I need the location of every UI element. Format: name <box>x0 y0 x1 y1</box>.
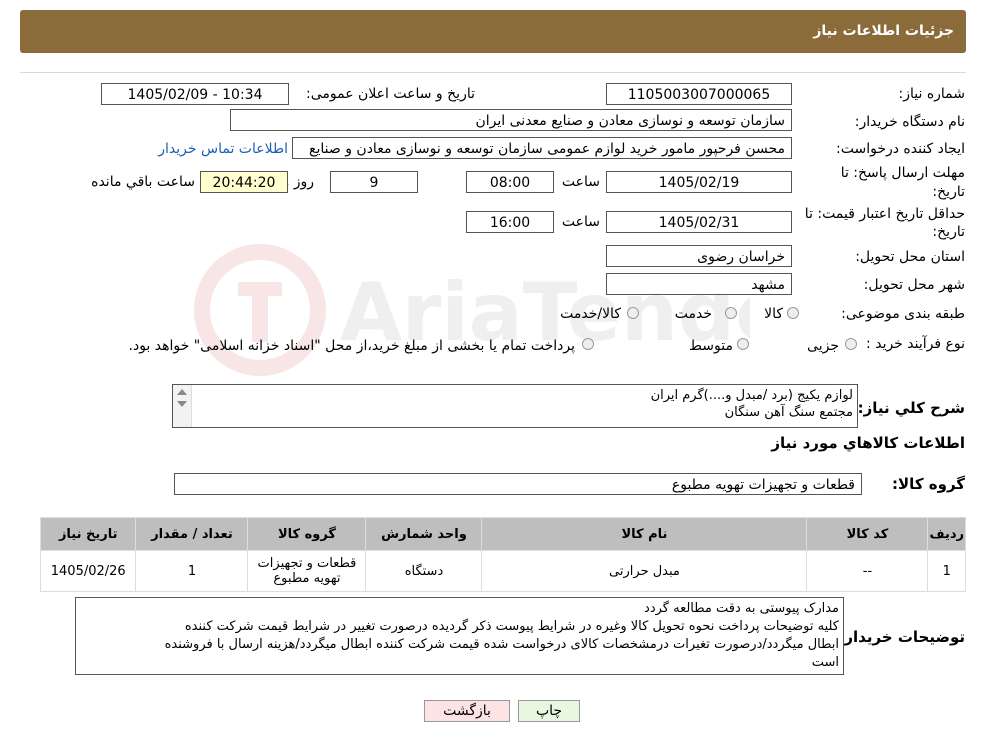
need-number-field: 1105003007000065 <box>606 83 792 105</box>
buyer-notes-line-3: ابطال میگردد/درصورت تغیرات درمشخصات کالا… <box>164 637 839 652</box>
deadline-time-field: 08:00 <box>466 171 554 193</box>
description-line-1: لوازم یکیج (برد /مبدل و....)گرم ایران <box>650 388 853 403</box>
process-radio-treasury[interactable] <box>582 338 594 350</box>
scroll-up-icon <box>177 389 187 395</box>
validity-time-label: ساعت <box>561 214 600 230</box>
buyer-org-label: نام دستگاه خریدار: <box>854 114 965 130</box>
col-code: کد کالا <box>806 517 929 551</box>
goods-section-title: اطلاعات کالاهاي مورد نياز <box>771 434 965 452</box>
city-label: شهر محل تحویل: <box>863 277 965 293</box>
creator-label: ایجاد کننده درخواست: <box>836 141 965 157</box>
process-radio-medium[interactable] <box>737 338 749 350</box>
scroll-down-icon <box>177 401 187 407</box>
cell-unit: دستگاه <box>365 550 483 592</box>
category-radio-goods[interactable] <box>787 307 799 319</box>
buyer-notes-line-2: کلیه توضیحات پرداخت نحوه تحویل کالا وغیر… <box>184 619 839 634</box>
deadline-label-date: تاریخ: <box>932 184 965 200</box>
announce-field: 1405/02/09 - 10:34 <box>101 83 289 105</box>
process-label: نوع فرآیند خرید : <box>866 336 965 352</box>
deadline-date-field: 1405/02/19 <box>606 171 792 193</box>
remaining-label: ساعت باقي مانده <box>91 174 195 190</box>
cell-code: -- <box>806 550 929 592</box>
validity-label: حداقل تاريخ اعتبار قيمت: تا <box>804 206 965 222</box>
back-button[interactable]: بازگشت <box>424 700 510 722</box>
buyer-contact-link[interactable]: اطلاعات تماس خریدار <box>158 141 288 157</box>
buyer-notes-line-1: مدارک پیوستی به دقت مطالعه گردد <box>644 601 839 616</box>
table-row: 1 -- مبدل حرارتی دستگاه قطعات و تجهیزات … <box>39 550 966 592</box>
description-label: شرح کلي نياز: <box>857 399 965 417</box>
cell-date: 1405/02/26 <box>39 550 137 592</box>
cell-qty: 1 <box>135 550 249 592</box>
goods-group-label: گروه کالا: <box>892 475 965 493</box>
items-table: رديف کد کالا نام کالا واحد شمارش گروه کا… <box>39 517 966 592</box>
col-group: گروه کالا <box>247 517 367 551</box>
deadline-time-label: ساعت <box>561 174 600 190</box>
buyer-notes-line-4: است <box>811 655 839 670</box>
cell-group: قطعات و تجهیزات تهویه مطبوع <box>247 550 367 592</box>
category-option-goods: کالا <box>764 306 783 322</box>
col-date: تاريخ نياز <box>39 517 137 551</box>
table-header-row: رديف کد کالا نام کالا واحد شمارش گروه کا… <box>39 517 966 551</box>
process-note: پرداخت تمام یا بخشی از مبلغ خرید،از محل … <box>128 338 575 354</box>
days-field: 9 <box>330 171 418 193</box>
category-option-goods-service: کالا/خدمت <box>560 306 621 322</box>
validity-label-date: تاريخ: <box>932 224 965 240</box>
col-row: رديف <box>927 517 966 551</box>
category-option-service: خدمت <box>674 306 712 322</box>
col-qty: تعداد / مقدار <box>135 517 249 551</box>
buyer-notes-label: توضیحات خریدار: <box>838 628 965 646</box>
announce-label: تاریخ و ساعت اعلان عمومی: <box>306 86 475 102</box>
deadline-label: مهلت ارسال پاسخ: تا <box>840 165 965 181</box>
description-line-2: مجتمع سنگ آهن سنگان <box>724 405 853 420</box>
category-label: طبقه بندی موضوعی: <box>841 306 965 322</box>
category-radio-goods-service[interactable] <box>627 307 639 319</box>
cell-row: 1 <box>927 550 966 592</box>
validity-time-field: 16:00 <box>466 211 554 233</box>
description-scrollbar[interactable] <box>173 385 192 427</box>
buyer-notes-textarea[interactable]: مدارک پیوستی به دقت مطالعه گردد کلیه توض… <box>75 597 844 675</box>
validity-date-field: 1405/02/31 <box>606 211 792 233</box>
creator-field: محسن فرحپور مامور خرید لوازم عمومی سازما… <box>292 137 792 159</box>
buyer-org-field: سازمان توسعه و نوسازی معادن و صنایع معدن… <box>230 109 792 131</box>
page-title: جزئیات اطلاعات نیاز <box>813 23 954 39</box>
col-name: نام کالا <box>481 517 808 551</box>
province-field: خراسان رضوی <box>606 245 792 267</box>
province-label: استان محل تحویل: <box>855 249 965 265</box>
print-button[interactable]: چاپ <box>518 700 580 722</box>
col-unit: واحد شمارش <box>365 517 483 551</box>
need-number-label: شماره نیاز: <box>898 86 966 102</box>
page-header: جزئیات اطلاعات نیاز <box>20 10 966 53</box>
process-option-minor: جزیی <box>807 338 839 354</box>
process-option-medium: متوسط <box>689 338 733 354</box>
process-radio-minor[interactable] <box>845 338 857 350</box>
goods-group-field: قطعات و تجهیزات تهویه مطبوع <box>174 473 862 495</box>
city-field: مشهد <box>606 273 792 295</box>
remaining-time-field: 20:44:20 <box>200 171 288 193</box>
category-radio-service[interactable] <box>725 307 737 319</box>
cell-name: مبدل حرارتی <box>481 550 808 592</box>
description-textarea[interactable]: لوازم یکیج (برد /مبدل و....)گرم ایران مج… <box>172 384 858 428</box>
